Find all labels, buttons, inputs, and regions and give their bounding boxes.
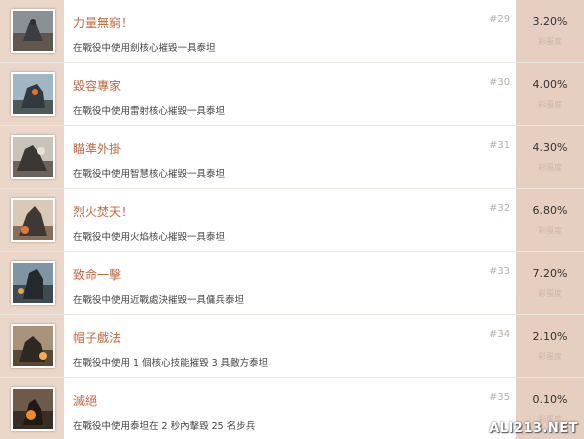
achievement-thumbnail [11, 261, 55, 305]
achievement-number: #31 [489, 140, 511, 151]
achievement-thumbnail [11, 72, 55, 116]
achievement-description: 在戰役中使用 1 個核心技能摧毀 3 具敵方泰坦 [73, 358, 269, 369]
achievement-number: #33 [489, 266, 511, 277]
achievement-title: 力量無窮！ [73, 16, 134, 30]
achievement-description: 在戰役中使用雷射核心摧毀一具泰坦 [73, 106, 226, 117]
percent-caption: 彩蛋度 [538, 226, 562, 235]
percent-caption: 彩蛋度 [538, 289, 562, 298]
achievement-title: 帽子戲法 [73, 331, 122, 345]
achievement-percent: 6.80% [532, 204, 568, 217]
percent-band: 2.10% 彩蛋度 [516, 315, 584, 377]
achievement-title: 滅絕 [73, 394, 98, 408]
achievement-row[interactable]: 烈火焚天！ 在戰役中使用火焰核心摧毀一具泰坦 #32 6.80% 彩蛋度 [0, 189, 584, 252]
achievement-number: #30 [489, 77, 511, 88]
achievement-number: #32 [489, 203, 511, 214]
achievement-number: #35 [489, 392, 511, 403]
achievement-description: 在戰役中使用近戰處決摧毀一具傭兵泰坦 [73, 295, 245, 306]
percent-caption: 彩蛋度 [538, 352, 562, 361]
achievement-percent: 0.10% [532, 393, 568, 406]
achievement-title: 烈火焚天！ [73, 205, 134, 219]
achievement-row[interactable]: 毀容專家 在戰役中使用雷射核心摧毀一具泰坦 #30 4.00% 彩蛋度 [0, 63, 584, 126]
achievement-thumbnail [11, 387, 55, 431]
achievement-title: 致命一擊 [73, 268, 122, 282]
achievement-row[interactable]: 致命一擊 在戰役中使用近戰處決摧毀一具傭兵泰坦 #33 7.20% 彩蛋度 [0, 252, 584, 315]
percent-caption: 彩蛋度 [538, 37, 562, 46]
achievement-description: 在戰役中使用智慧核心摧毀一具泰坦 [73, 169, 226, 180]
percent-band: 7.20% 彩蛋度 [516, 252, 584, 314]
achievement-title: 瞄準外掛 [73, 142, 122, 156]
percent-band: 3.20% 彩蛋度 [516, 0, 584, 62]
achievement-thumbnail [11, 9, 55, 53]
achievement-description: 在戰役中使用劍核心摧毀一具泰坦 [73, 43, 216, 54]
achievement-list: 力量無窮！ 在戰役中使用劍核心摧毀一具泰坦 #29 3.20% 彩蛋度 毀容專家… [0, 0, 584, 439]
achievement-percent: 4.00% [532, 78, 568, 91]
achievement-row[interactable]: 帽子戲法 在戰役中使用 1 個核心技能摧毀 3 具敵方泰坦 #34 2.10% … [0, 315, 584, 378]
achievement-percent: 4.30% [532, 141, 568, 154]
achievement-title: 毀容專家 [73, 79, 122, 93]
site-watermark: ALI213.NET [489, 421, 578, 436]
percent-band: 6.80% 彩蛋度 [516, 189, 584, 251]
achievement-percent: 2.10% [532, 330, 568, 343]
achievement-thumbnail [11, 135, 55, 179]
percent-caption: 彩蛋度 [538, 163, 562, 172]
percent-caption: 彩蛋度 [538, 100, 562, 109]
achievement-description: 在戰役中使用泰坦在 2 秒內擊毀 25 名步兵 [73, 421, 256, 432]
achievement-thumbnail [11, 324, 55, 368]
achievement-percent: 3.20% [532, 15, 568, 28]
achievement-row[interactable]: 瞄準外掛 在戰役中使用智慧核心摧毀一具泰坦 #31 4.30% 彩蛋度 [0, 126, 584, 189]
achievement-number: #29 [489, 14, 511, 25]
achievement-thumbnail [11, 198, 55, 242]
percent-band: 4.30% 彩蛋度 [516, 126, 584, 188]
achievement-description: 在戰役中使用火焰核心摧毀一具泰坦 [73, 232, 226, 243]
achievement-number: #34 [489, 329, 511, 340]
percent-band: 4.00% 彩蛋度 [516, 63, 584, 125]
achievement-row[interactable]: 力量無窮！ 在戰役中使用劍核心摧毀一具泰坦 #29 3.20% 彩蛋度 [0, 0, 584, 63]
achievement-percent: 7.20% [532, 267, 568, 280]
